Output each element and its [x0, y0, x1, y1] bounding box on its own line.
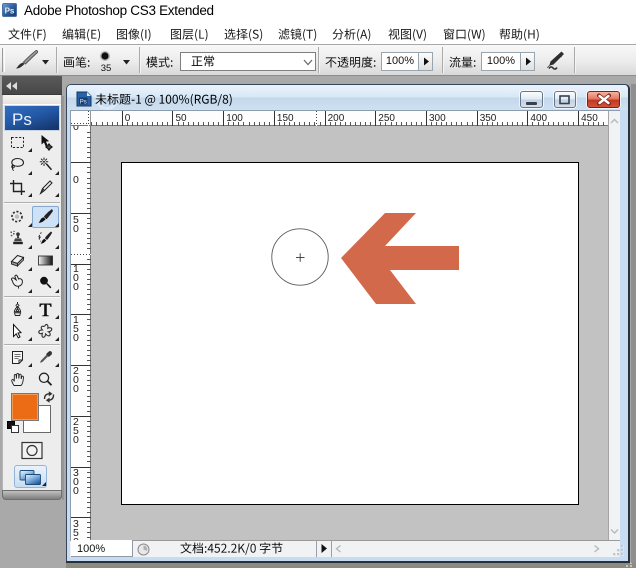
svg-text:Ps: Ps	[80, 100, 87, 106]
svg-text:Ps: Ps	[5, 7, 15, 16]
